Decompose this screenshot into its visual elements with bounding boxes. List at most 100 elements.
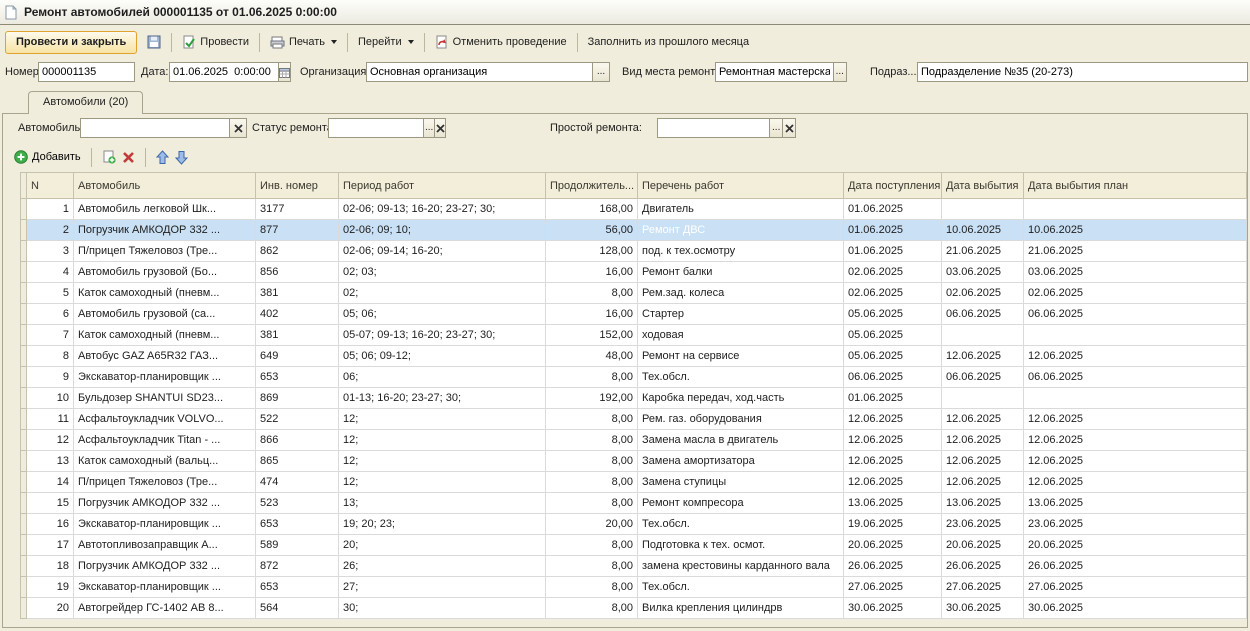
cell-duration[interactable]: 20,00	[546, 514, 638, 535]
cell-inv[interactable]: 402	[256, 304, 339, 325]
cell-period[interactable]: 05-07; 09-13; 16-20; 23-27; 30;	[339, 325, 546, 346]
cell-date_out[interactable]: 02.06.2025	[942, 283, 1024, 304]
cell-works[interactable]: Двигатель	[638, 199, 844, 220]
cell-auto[interactable]: Погрузчик АМКОДОР 332 ...	[74, 220, 256, 241]
cell-date_out[interactable]: 12.06.2025	[942, 409, 1024, 430]
cell-works[interactable]: Тех.обсл.	[638, 577, 844, 598]
cell-auto[interactable]: Экскаватор-планировщик ...	[74, 514, 256, 535]
cell-period[interactable]: 05; 06; 09-12;	[339, 346, 546, 367]
cell-n[interactable]: 14	[27, 472, 74, 493]
cell-works[interactable]: Замена масла в двигатель	[638, 430, 844, 451]
cell-works[interactable]: Тех.обсл.	[638, 514, 844, 535]
cell-date_out[interactable]: 12.06.2025	[942, 472, 1024, 493]
cell-date_plan[interactable]: 13.06.2025	[1024, 493, 1247, 514]
cell-works[interactable]: Рем.зад. колеса	[638, 283, 844, 304]
cell-auto[interactable]: Асфальтоукладчик VOLVO...	[74, 409, 256, 430]
cell-inv[interactable]: 564	[256, 598, 339, 619]
cell-date_in[interactable]: 01.06.2025	[844, 220, 942, 241]
cell-duration[interactable]: 192,00	[546, 388, 638, 409]
cell-date_out[interactable]: 26.06.2025	[942, 556, 1024, 577]
cell-inv[interactable]: 474	[256, 472, 339, 493]
cell-duration[interactable]: 56,00	[546, 220, 638, 241]
cell-duration[interactable]: 8,00	[546, 430, 638, 451]
cell-period[interactable]: 27;	[339, 577, 546, 598]
cell-n[interactable]: 16	[27, 514, 74, 535]
cell-inv[interactable]: 589	[256, 535, 339, 556]
move-down-button[interactable]	[175, 150, 188, 165]
cell-date_plan[interactable]: 12.06.2025	[1024, 346, 1247, 367]
cell-auto[interactable]: Автогрейдер ГС-1402 АВ 8...	[74, 598, 256, 619]
cell-date_out[interactable]: 12.06.2025	[942, 451, 1024, 472]
cell-period[interactable]: 20;	[339, 535, 546, 556]
cell-n[interactable]: 15	[27, 493, 74, 514]
cell-inv[interactable]: 866	[256, 430, 339, 451]
cell-date_out[interactable]: 03.06.2025	[942, 262, 1024, 283]
cell-date_plan[interactable]	[1024, 199, 1247, 220]
cell-auto[interactable]: Экскаватор-планировщик ...	[74, 367, 256, 388]
cell-date_out[interactable]: 12.06.2025	[942, 430, 1024, 451]
cell-works[interactable]: Замена амортизатора	[638, 451, 844, 472]
cell-n[interactable]: 19	[27, 577, 74, 598]
cell-works[interactable]: Ремонт на сервисе	[638, 346, 844, 367]
cell-auto[interactable]: Каток самоходный (пневм...	[74, 283, 256, 304]
cell-date_out[interactable]: 21.06.2025	[942, 241, 1024, 262]
print-button[interactable]: Печать	[264, 31, 343, 54]
cell-date_plan[interactable]: 12.06.2025	[1024, 430, 1247, 451]
cell-date_plan[interactable]: 20.06.2025	[1024, 535, 1247, 556]
cell-date_out[interactable]	[942, 199, 1024, 220]
cell-period[interactable]: 02; 03;	[339, 262, 546, 283]
cell-auto[interactable]: Автомобиль грузовой (са...	[74, 304, 256, 325]
cell-date_plan[interactable]: 26.06.2025	[1024, 556, 1247, 577]
cell-date_out[interactable]: 27.06.2025	[942, 577, 1024, 598]
column-header-n[interactable]: N	[27, 173, 74, 199]
cell-n[interactable]: 12	[27, 430, 74, 451]
undo-post-button[interactable]: Отменить проведение	[429, 31, 573, 54]
cell-date_plan[interactable]: 21.06.2025	[1024, 241, 1247, 262]
cell-n[interactable]: 3	[27, 241, 74, 262]
cell-date_in[interactable]: 12.06.2025	[844, 451, 942, 472]
cell-inv[interactable]: 653	[256, 367, 339, 388]
cell-period[interactable]: 02;	[339, 283, 546, 304]
cell-duration[interactable]: 8,00	[546, 472, 638, 493]
cell-auto[interactable]: Асфальтоукладчик Titan - ...	[74, 430, 256, 451]
table-row[interactable]: 13Каток самоходный (вальц...86512;8,00За…	[21, 451, 1247, 472]
cell-duration[interactable]: 48,00	[546, 346, 638, 367]
column-header-date_plan[interactable]: Дата выбытия план	[1024, 173, 1247, 199]
cell-date_plan[interactable]: 06.06.2025	[1024, 367, 1247, 388]
cell-date_out[interactable]	[942, 325, 1024, 346]
table-row[interactable]: 14П/прицеп Тяжеловоз (Тре...47412;8,00За…	[21, 472, 1247, 493]
cell-works[interactable]: Рем. газ. оборудования	[638, 409, 844, 430]
cell-date_in[interactable]: 20.06.2025	[844, 535, 942, 556]
cell-n[interactable]: 20	[27, 598, 74, 619]
table-row[interactable]: 20Автогрейдер ГС-1402 АВ 8...56430;8,00В…	[21, 598, 1247, 619]
table-row[interactable]: 9Экскаватор-планировщик ...65306;8,00Тех…	[21, 367, 1247, 388]
cell-auto[interactable]: Каток самоходный (пневм...	[74, 325, 256, 346]
cell-inv[interactable]: 856	[256, 262, 339, 283]
cell-auto[interactable]: Автомобиль грузовой (Бо...	[74, 262, 256, 283]
post-button[interactable]: Провести	[176, 31, 255, 54]
cell-n[interactable]: 9	[27, 367, 74, 388]
post-and-close-button[interactable]: Провести и закрыть	[5, 31, 137, 54]
cell-date_plan[interactable]: 12.06.2025	[1024, 451, 1247, 472]
cell-works[interactable]: Ремонт компресора	[638, 493, 844, 514]
cell-date_plan[interactable]: 12.06.2025	[1024, 472, 1247, 493]
cell-date_out[interactable]: 10.06.2025	[942, 220, 1024, 241]
status-filter-field[interactable]: ...	[328, 118, 446, 138]
cell-date_plan[interactable]: 23.06.2025	[1024, 514, 1247, 535]
subdivision-input[interactable]	[917, 62, 1248, 82]
cell-n[interactable]: 11	[27, 409, 74, 430]
column-header-date_out[interactable]: Дата выбытия	[942, 173, 1024, 199]
idle-filter-input[interactable]	[657, 118, 770, 138]
cell-date_out[interactable]	[942, 388, 1024, 409]
cell-works[interactable]: замена крестовины карданного вала	[638, 556, 844, 577]
table-row[interactable]: 1Автомобиль легковой Шк...317702-06; 09-…	[21, 199, 1247, 220]
table-row[interactable]: 17Автотопливозаправщик А...58920;8,00Под…	[21, 535, 1247, 556]
cell-date_in[interactable]: 30.06.2025	[844, 598, 942, 619]
cell-n[interactable]: 2	[27, 220, 74, 241]
cell-date_in[interactable]: 13.06.2025	[844, 493, 942, 514]
table-row[interactable]: 7Каток самоходный (пневм...38105-07; 09-…	[21, 325, 1247, 346]
add-row-button[interactable]: Добавить	[14, 150, 81, 164]
delete-row-button[interactable]	[122, 151, 135, 164]
cell-date_plan[interactable]: 30.06.2025	[1024, 598, 1247, 619]
cell-duration[interactable]: 8,00	[546, 409, 638, 430]
